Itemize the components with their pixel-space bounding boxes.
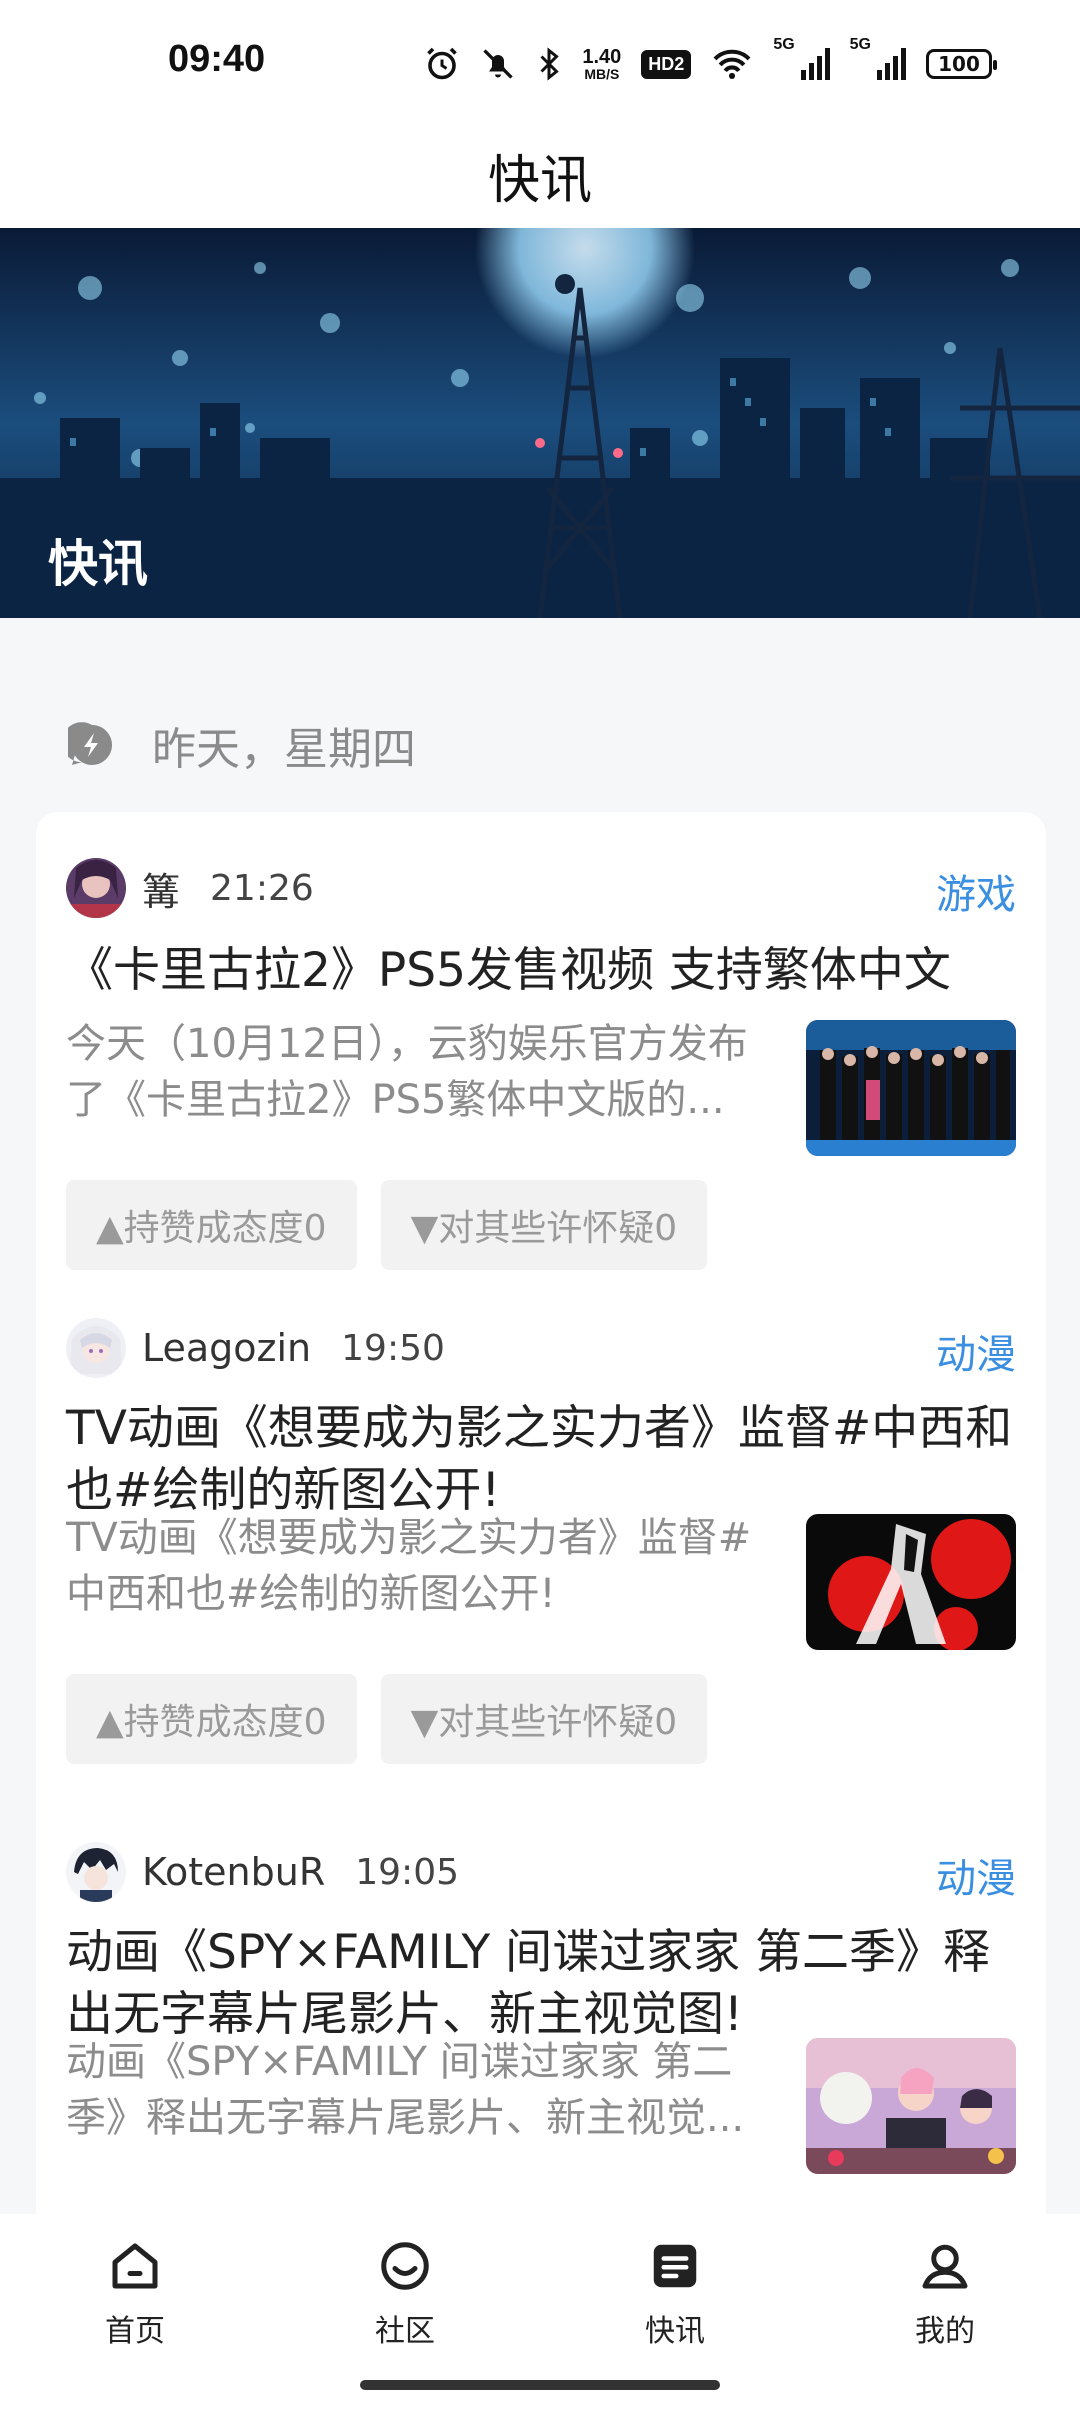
category-tag[interactable]: 动漫 — [936, 1846, 1016, 1904]
news-meta: 篝 21:26 游戏 — [66, 856, 1016, 920]
news-meta: KotenbuR 19:05 动漫 — [66, 1840, 1016, 1904]
avatar[interactable] — [66, 1318, 126, 1378]
news-item[interactable]: 篝 21:26 游戏 《卡里古拉2》PS5发售视频 支持繁体中文 今天（10月1… — [66, 856, 1016, 1276]
news-icon — [653, 2244, 697, 2288]
page-header: 快讯 — [0, 122, 1080, 228]
vote-buttons: ▲持赞成态度0 ▼对其些许怀疑0 — [66, 1674, 708, 1764]
status-icons: 1.40 MB/S HD2 5G 5G 100 — [424, 36, 997, 92]
post-time: 19:50 — [341, 1327, 445, 1369]
alarm-icon — [427, 47, 458, 80]
sim1-network-type: 5G — [773, 36, 795, 53]
signal-icon-2 — [877, 48, 906, 80]
downvote-button[interactable]: ▼对其些许怀疑0 — [380, 1180, 708, 1270]
network-speed: 1.40 MB/S — [582, 46, 622, 82]
status-bar: 09:40 1.40 MB/S HD2 5G 5G 100 — [0, 0, 1080, 122]
news-headline[interactable]: 动画《SPY×FAMILY 间谍过家家 第二季》释出无字幕片尾影片、新主视觉图! — [66, 1922, 1016, 2046]
news-summary: 今天（10月12日），云豹娱乐官方发布了《卡里古拉2》PS5繁体中文版的... — [66, 1021, 748, 1123]
nav-label: 社区 — [375, 2314, 435, 2349]
date-label: 昨天，星期四 — [152, 724, 416, 775]
wifi-icon — [713, 49, 751, 79]
news-list: 篝 21:26 游戏 《卡里古拉2》PS5发售视频 支持繁体中文 今天（10月1… — [36, 812, 1046, 2232]
downvote-button[interactable]: ▼对其些许怀疑0 — [380, 1674, 708, 1764]
page-title: 快讯 — [487, 150, 592, 211]
hd-icon: HD2 — [641, 49, 692, 79]
author-name[interactable]: KotenbuR — [142, 1850, 325, 1894]
news-meta: Leagozin 19:50 动漫 — [66, 1316, 1016, 1380]
news-item[interactable]: KotenbuR 19:05 动漫 动画《SPY×FAMILY 间谍过家家 第二… — [66, 1840, 1016, 2232]
signal-icon — [800, 48, 830, 80]
flash-icon — [68, 722, 112, 765]
nav-label: 快讯 — [645, 2314, 705, 2349]
status-time: 09:40 — [168, 38, 266, 80]
news-item[interactable]: Leagozin 19:50 动漫 TV动画《想要成为影之实力者》监督#中西和也… — [66, 1316, 1016, 1764]
news-headline[interactable]: TV动画《想要成为影之实力者》监督#中西和也#绘制的新图公开! — [66, 1398, 1016, 1522]
vote-buttons: ▲持赞成态度0 ▼对其些许怀疑0 — [66, 1180, 708, 1270]
app-screen: 09:40 1.40 MB/S HD2 5G 5G 100 快讯 快讯 昨天，星… — [0, 0, 1080, 2412]
post-time: 21:26 — [210, 867, 314, 909]
sim2-network-type: 5G — [849, 36, 871, 53]
author-name[interactable]: 篝 — [142, 861, 180, 916]
news-thumbnail[interactable] — [806, 1514, 1016, 1650]
upvote-button[interactable]: ▲持赞成态度0 — [66, 1674, 357, 1764]
avatar[interactable] — [66, 1842, 126, 1902]
banner-title: 快讯 — [48, 535, 148, 593]
author-name[interactable]: Leagozin — [142, 1326, 311, 1370]
avatar[interactable] — [66, 858, 126, 918]
news-thumbnail[interactable] — [806, 2038, 1016, 2174]
news-summary: 动画《SPY×FAMILY 间谍过家家 第二季》释出无字幕片尾影片、新主视觉..… — [66, 2039, 745, 2141]
post-time: 19:05 — [355, 1851, 459, 1893]
news-thumbnail[interactable] — [806, 1020, 1016, 1156]
upvote-button[interactable]: ▲持赞成态度0 — [66, 1180, 357, 1270]
profile-icon — [922, 2244, 968, 2289]
community-icon — [381, 2242, 429, 2290]
news-summary: TV动画《想要成为影之实力者》监督#中西和也#绘制的新图公开! — [66, 1515, 752, 1617]
home-indicator[interactable] — [360, 2380, 720, 2390]
banner-image: 快讯 — [0, 228, 1080, 618]
category-tag[interactable]: 游戏 — [936, 862, 1016, 920]
battery-icon: 100 — [926, 49, 997, 79]
nav-label: 首页 — [105, 2314, 165, 2349]
nav-label: 我的 — [915, 2314, 975, 2349]
news-headline[interactable]: 《卡里古拉2》PS5发售视频 支持繁体中文 — [66, 940, 1016, 1002]
category-tag[interactable]: 动漫 — [936, 1322, 1016, 1380]
nav-profile[interactable]: 我的 — [810, 2214, 1080, 2412]
bluetooth-icon — [540, 47, 560, 81]
date-section-header: 昨天，星期四 — [68, 710, 416, 780]
mute-icon — [483, 49, 514, 79]
nav-home[interactable]: 首页 — [0, 2214, 270, 2412]
home-icon — [112, 2243, 158, 2289]
city-night-illustration — [0, 228, 1080, 618]
